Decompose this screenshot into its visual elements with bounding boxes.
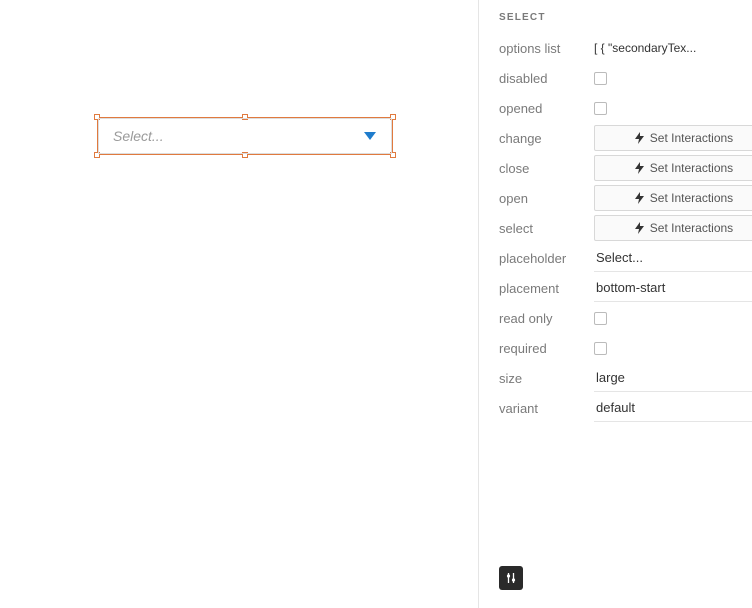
prop-row-size: size large	[499, 363, 752, 393]
prop-label: opened	[499, 101, 594, 116]
variant-select[interactable]: default	[594, 394, 752, 422]
select-value: bottom-start	[596, 280, 665, 295]
lightning-icon	[635, 222, 644, 234]
button-label: Set Interactions	[650, 221, 733, 235]
set-interactions-button-select[interactable]: Set Interactions	[594, 215, 752, 241]
selected-component[interactable]: Select...	[97, 117, 393, 155]
properties-panel: SELECT options list [ { "secondaryTex...…	[478, 0, 752, 608]
read-only-checkbox[interactable]	[594, 312, 607, 325]
prop-row-change: change Set Interactions	[499, 123, 752, 153]
select-value: default	[596, 400, 635, 415]
prop-label: read only	[499, 311, 594, 326]
prop-row-disabled: disabled	[499, 63, 752, 93]
prop-label: size	[499, 371, 594, 386]
placement-select[interactable]: bottom-start	[594, 274, 752, 302]
button-label: Set Interactions	[650, 191, 733, 205]
caret-down-icon	[363, 131, 377, 141]
prop-row-read-only: read only	[499, 303, 752, 333]
prop-label: placeholder	[499, 251, 594, 266]
prop-row-options-list: options list [ { "secondaryTex... ⋯	[499, 33, 752, 63]
lightning-icon	[635, 132, 644, 144]
design-canvas[interactable]: Select...	[0, 0, 478, 608]
select-value: large	[596, 370, 625, 385]
panel-title: SELECT	[499, 12, 752, 23]
prop-label: disabled	[499, 71, 594, 86]
select-component[interactable]: Select...	[98, 118, 392, 154]
select-placeholder-text: Select...	[113, 128, 164, 144]
prop-label: close	[499, 161, 594, 176]
size-select[interactable]: large	[594, 364, 752, 392]
set-interactions-button-close[interactable]: Set Interactions	[594, 155, 752, 181]
disabled-checkbox[interactable]	[594, 72, 607, 85]
prop-row-opened: opened	[499, 93, 752, 123]
prop-label: change	[499, 131, 594, 146]
prop-row-open: open Set Interactions	[499, 183, 752, 213]
sliders-icon	[505, 572, 517, 584]
prop-label: required	[499, 341, 594, 356]
prop-row-select: select Set Interactions	[499, 213, 752, 243]
prop-row-close: close Set Interactions	[499, 153, 752, 183]
button-label: Set Interactions	[650, 131, 733, 145]
set-interactions-button-open[interactable]: Set Interactions	[594, 185, 752, 211]
prop-label: select	[499, 221, 594, 236]
set-interactions-button-change[interactable]: Set Interactions	[594, 125, 752, 151]
prop-row-required: required	[499, 333, 752, 363]
required-checkbox[interactable]	[594, 342, 607, 355]
settings-toggle-button[interactable]	[499, 566, 523, 590]
prop-label: placement	[499, 281, 594, 296]
prop-label: options list	[499, 41, 594, 56]
prop-row-variant: variant default	[499, 393, 752, 423]
app-root: Select... SELECT options list [ { "secon…	[0, 0, 752, 608]
prop-row-placeholder: placeholder	[499, 243, 752, 273]
prop-row-placement: placement bottom-start	[499, 273, 752, 303]
lightning-icon	[635, 162, 644, 174]
prop-label: open	[499, 191, 594, 206]
opened-checkbox[interactable]	[594, 102, 607, 115]
options-list-value[interactable]: [ { "secondaryTex...	[594, 41, 752, 55]
placeholder-input[interactable]	[594, 244, 752, 272]
prop-label: variant	[499, 401, 594, 416]
lightning-icon	[635, 192, 644, 204]
button-label: Set Interactions	[650, 161, 733, 175]
